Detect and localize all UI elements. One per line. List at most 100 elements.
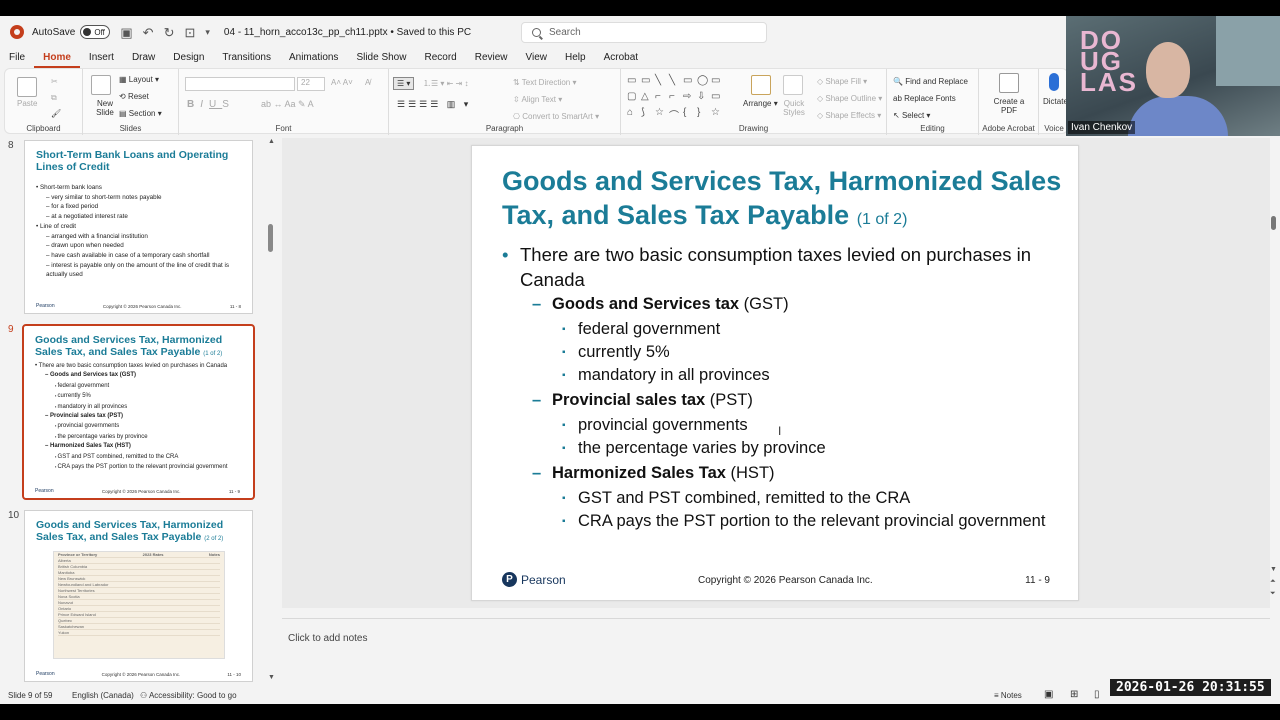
slide-sub-bullet: mandatory in all provinces — [502, 365, 1052, 386]
find-replace-button[interactable]: 🔍 Find and Replace — [893, 77, 968, 86]
autosave-toggle[interactable]: Off — [80, 25, 111, 39]
slides-group: New Slide ▦ Layout ▾ ⟲ Reset ▤ Section ▾… — [83, 69, 179, 135]
webcam-overlay: DO UG LAS Ivan Chenkov — [1066, 16, 1280, 136]
cut-icon[interactable]: ✂ — [51, 77, 58, 86]
scroll-up-icon[interactable]: ▲ — [268, 138, 275, 145]
tab-draw[interactable]: Draw — [123, 50, 164, 68]
create-pdf-button[interactable]: Create a PDF — [993, 97, 1025, 115]
tab-review[interactable]: Review — [466, 50, 517, 68]
thumb-bullet: have cash available in case of a tempora… — [36, 251, 241, 261]
notes-pane[interactable]: Click to add notes — [282, 618, 1270, 686]
slide-tax-heading: Provincial sales tax (PST) — [502, 388, 1052, 413]
start-from-beginning-icon[interactable]: ⊡ — [184, 26, 195, 39]
char-spacing-icon[interactable]: ab ↔ Aa ✎ A — [261, 99, 314, 110]
paste-icon[interactable] — [17, 77, 37, 97]
arrange-label: Arrange — [743, 99, 772, 108]
document-title[interactable]: 04 - 11_horn_acco13c_pp_ch11.pptx • Save… — [224, 27, 471, 38]
font-name-select[interactable] — [185, 77, 295, 91]
tab-transitions[interactable]: Transitions — [213, 50, 280, 68]
tab-slide-show[interactable]: Slide Show — [347, 50, 415, 68]
clear-formatting-icon[interactable]: A̸ — [365, 78, 370, 87]
dictate-button[interactable]: Dictate — [1043, 97, 1068, 106]
thumb-body: There are two basic consumption taxes le… — [35, 362, 240, 472]
slide-title[interactable]: Goods and Services Tax, Harmonized Sales… — [502, 164, 1062, 237]
current-slide[interactable]: Goods and Services Tax, Harmonized Sales… — [471, 145, 1079, 601]
quick-styles-button[interactable]: Quick Styles — [781, 99, 807, 117]
format-painter-icon[interactable]: 🖌 — [51, 109, 61, 118]
arrange-button[interactable]: Arrange ▾ — [743, 99, 778, 108]
shape-outline-button[interactable]: ◇ Shape Outline ▾ — [817, 94, 882, 103]
scroll-down-icon[interactable]: ▼ — [268, 674, 275, 681]
save-icon[interactable]: ▣ — [120, 26, 132, 39]
search-input[interactable]: Search — [521, 22, 767, 43]
slide-sub-bullet-text: provincial governments — [578, 416, 748, 434]
text-direction-button[interactable]: ⇅ Text Direction ▾ — [513, 78, 577, 87]
thumb-page: 11 - 9 — [228, 488, 240, 494]
bullets-button[interactable]: ☰ ▾ — [393, 77, 415, 90]
convert-smartart-button[interactable]: ⎔ Convert to SmartArt ▾ — [513, 112, 599, 121]
tab-view[interactable]: View — [517, 50, 557, 68]
slide-sub-bullet: CRA pays the PST portion to the relevant… — [502, 511, 1052, 532]
slide-bullet-intro: There are two basic consumption taxes le… — [502, 242, 1052, 292]
copy-icon[interactable]: ⧉ — [51, 93, 57, 103]
language-status[interactable]: English (Canada) — [72, 691, 134, 700]
slide-sorter-icon[interactable]: ⊞ — [1070, 689, 1078, 700]
accessibility-status[interactable]: ⚇ Accessibility: Good to go — [140, 691, 237, 700]
replace-fonts-button[interactable]: ab Replace Fonts — [893, 94, 956, 103]
create-pdf-icon[interactable] — [999, 73, 1019, 93]
undo-icon[interactable]: ↶ — [143, 26, 154, 39]
tab-acrobat[interactable]: Acrobat — [595, 50, 647, 68]
paste-button[interactable]: Paste — [17, 99, 37, 108]
shape-effects-button[interactable]: ◇ Shape Effects ▾ — [817, 111, 881, 120]
font-style-buttons[interactable]: BIUS — [187, 99, 235, 110]
tab-home[interactable]: Home — [34, 50, 80, 68]
slide-thumbnail-8[interactable]: Short-Term Bank Loans and Operating Line… — [24, 140, 253, 314]
reset-button[interactable]: ⟲ Reset — [119, 92, 149, 101]
tab-design[interactable]: Design — [164, 50, 213, 68]
slide-subtitle: (1 of 2) — [856, 211, 908, 228]
tab-insert[interactable]: Insert — [80, 50, 123, 68]
select-button[interactable]: ↖ Select ▾ — [893, 111, 930, 120]
font-label: Font — [275, 124, 292, 133]
redo-icon[interactable]: ↻ — [164, 26, 175, 39]
customize-toolbar-icon[interactable]: ▾ — [205, 27, 210, 37]
thumb-number: 10 — [8, 510, 20, 521]
slide-page-number: 11 - 9 — [1025, 575, 1050, 586]
font-size-select[interactable]: 22 — [297, 77, 325, 91]
thumb-footer: Pearson Copyright © 2026 Pearson Canada I… — [35, 488, 240, 494]
thumb-table-header-cell: Province or Territory — [58, 552, 98, 557]
slide-thumbnail-10[interactable]: Goods and Services Tax, Harmonized Sales… — [24, 510, 253, 682]
notes-button[interactable]: ≡ Notes — [994, 691, 1022, 700]
alignment-buttons[interactable]: ☰☰☰☰ ▥ ▾ — [397, 99, 471, 110]
slide-content[interactable]: There are two basic consumption taxes le… — [502, 242, 1052, 534]
shape-fill-button[interactable]: ◇ Shape Fill ▾ — [817, 77, 867, 86]
douglas-logo: DO UG LAS — [1080, 25, 1138, 97]
shapes-gallery[interactable]: ▭ ▭ ╲ ╲ ▭ ◯ ▭ ▢ △ ⌐ ⌐ ⇨ ⇩ ▭ ⌂ ⟆ ☆ ⌒{} ☆ — [627, 75, 727, 123]
previous-slide-icon[interactable]: ⏶ — [1270, 578, 1276, 586]
tab-animations[interactable]: Animations — [280, 50, 347, 68]
recording-timestamp: 2026-01-26 20:31:55 — [1110, 679, 1271, 696]
reading-view-icon[interactable]: ▯ — [1094, 689, 1100, 700]
arrange-icon[interactable] — [751, 75, 771, 95]
tab-record[interactable]: Record — [415, 50, 465, 68]
tab-help[interactable]: Help — [556, 50, 595, 68]
microphone-icon[interactable] — [1049, 73, 1059, 91]
increase-font-icon[interactable]: A˄ A˅ — [331, 78, 353, 87]
scroll-down-icon[interactable]: ▼ — [1270, 566, 1277, 573]
layout-button[interactable]: ▦ Layout ▾ — [119, 75, 159, 84]
next-slide-icon[interactable]: ⏷ — [1270, 590, 1276, 598]
thumb-bullet: currently 5% — [35, 391, 240, 401]
normal-view-icon[interactable]: ▣ — [1044, 689, 1053, 700]
tab-file[interactable]: File — [0, 50, 34, 68]
drawing-label: Drawing — [738, 124, 769, 133]
numbering-button[interactable]: ⒈☰ ▾ ⇤ ⇥ ↕ — [423, 78, 468, 89]
slide-scrollbar[interactable] — [1271, 216, 1276, 230]
new-slide-button[interactable]: New Slide — [91, 99, 119, 117]
thumbnail-scrollbar[interactable] — [268, 224, 273, 252]
new-slide-icon[interactable] — [91, 75, 111, 95]
align-text-button[interactable]: ⇳ Align Text ▾ — [513, 95, 562, 104]
section-button[interactable]: ▤ Section ▾ — [119, 109, 162, 118]
thumb-bullet: arranged with a financial institution — [36, 232, 241, 242]
slide-thumbnail-9[interactable]: Goods and Services Tax, Harmonized Sales… — [22, 324, 255, 500]
quick-styles-icon[interactable] — [783, 75, 803, 95]
